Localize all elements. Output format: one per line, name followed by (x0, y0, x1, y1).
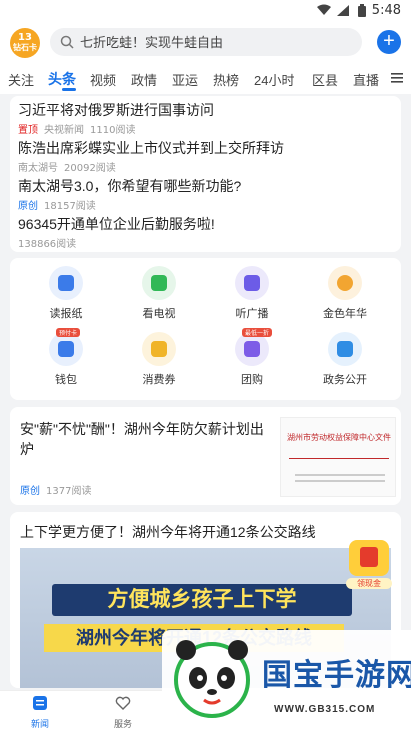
article-thumbnail: 湖州市劳动权益保障中心文件 (280, 417, 396, 497)
battery-icon (358, 4, 366, 17)
pinned-tag: 置顶 (18, 125, 38, 136)
signal-icon (337, 5, 349, 16)
group-buy-icon: 最低一折 (235, 328, 273, 366)
headline-list: 习近平将对俄罗斯进行国事访问 置顶 央视新闻 1110阅读 陈浩出席彩蝶实业上市仪式… (10, 96, 401, 252)
article-reads: 1377阅读 (46, 486, 92, 497)
headline-meta: 南太湖号 20092阅读 (18, 159, 284, 174)
headline-source: 央视新闻 (44, 125, 84, 136)
headline-title: 南太湖号3.0，你希望有哪些新功能? (18, 178, 242, 194)
service-label: 消费券 (142, 373, 176, 386)
article-title: 上下学更方便了！湖州今年将开通12条公交路线 (20, 524, 316, 540)
service-label: 听广播 (235, 307, 269, 320)
radio-icon (235, 266, 269, 300)
tab-24-hours[interactable]: 24小时 (254, 70, 294, 89)
search-bar[interactable] (50, 28, 362, 56)
status-time: 5:48 (371, 3, 401, 18)
feature-article[interactable]: 安"薪"不忧"酬"！湖州今年防欠薪计划出炉 原创 1377阅读 湖州市劳动权益保障… (10, 407, 401, 505)
tv-icon (142, 266, 176, 300)
cash-coupon-button[interactable]: 领现金 (346, 540, 392, 594)
headline-title: 习近平将对俄罗斯进行国事访问 (18, 102, 214, 118)
service-group-buy[interactable]: 最低一折 团购 (217, 328, 287, 387)
member-badge-number: 13 (18, 32, 32, 43)
service-label: 钱包 (55, 373, 77, 386)
headline-source: 南太湖号 (18, 163, 58, 174)
nav-label: 新闻 (30, 720, 49, 730)
service-radio[interactable]: 听广播 (217, 266, 287, 321)
headline-title: 96345开通单位企业后勤服务啦! (18, 216, 215, 232)
add-button[interactable]: + (377, 30, 401, 54)
newspaper-icon (49, 266, 83, 300)
service-voucher[interactable]: 消费券 (124, 332, 194, 387)
channel-tabs: 关注 头条 视频 政情 亚运 热榜 24小时 区县 直播 (0, 64, 411, 94)
tab-districts[interactable]: 区县 (312, 70, 338, 89)
list-item[interactable]: 习近平将对俄罗斯进行国事访问 置顶 央视新闻 1110阅读 (18, 100, 214, 136)
tab-headlines[interactable]: 头条 (48, 69, 76, 89)
list-item[interactable]: 南太湖号3.0，你希望有哪些新功能? 原创 18157阅读 (18, 176, 241, 212)
page-indicator (200, 391, 215, 400)
headline-title: 陈浩出席彩蝶实业上市仪式并到上交所拜访 (18, 140, 284, 156)
nav-services[interactable]: 服务 (103, 695, 143, 730)
top-bar: 13 钻石卡 + (0, 22, 411, 64)
member-badge[interactable]: 13 钻石卡 (10, 28, 40, 58)
menu-icon[interactable] (391, 72, 403, 84)
thumbnail-doc-title: 湖州市劳动权益保障中心文件 (287, 433, 391, 442)
active-tab-indicator (62, 88, 76, 91)
service-golden-years[interactable]: 金色年华 (310, 266, 380, 321)
search-icon (60, 35, 74, 49)
wallet-icon: 预付卡 (49, 328, 83, 366)
tab-video[interactable]: 视频 (90, 70, 116, 89)
watermark-url: WWW.GB315.COM (274, 704, 376, 715)
red-envelope-icon (349, 540, 389, 576)
voucher-icon (142, 332, 176, 366)
coupon-label: 领现金 (346, 578, 392, 589)
tab-follow[interactable]: 关注 (8, 70, 34, 89)
service-tv[interactable]: 看电视 (124, 266, 194, 321)
panda-logo-icon (174, 640, 250, 718)
service-newspaper[interactable]: 读报纸 (31, 266, 101, 321)
wifi-icon (317, 4, 331, 15)
headline-meta: 置顶 央视新闻 1110阅读 (18, 121, 214, 136)
list-item[interactable]: 96345开通单位企业后勤服务啦! 138866阅读 (18, 214, 215, 250)
article-title: 安"薪"不忧"酬"！湖州今年防欠薪计划出炉 (20, 421, 264, 457)
prepaid-badge: 预付卡 (56, 328, 81, 337)
headline-reads: 138866阅读 (18, 239, 77, 250)
headline-meta: 138866阅读 (18, 235, 215, 250)
headline-reads: 20092阅读 (64, 163, 116, 174)
original-tag: 原创 (18, 201, 38, 212)
headline-reads: 18157阅读 (44, 201, 96, 212)
member-badge-label: 钻石卡 (13, 43, 37, 52)
watermark-site-name: 国宝手游网 (262, 659, 411, 692)
headline-meta: 原创 18157阅读 (18, 197, 241, 212)
tab-live[interactable]: 直播 (353, 70, 379, 89)
article-meta: 原创 1377阅读 (20, 482, 91, 497)
status-bar: 5:48 (0, 0, 411, 22)
service-label: 读报纸 (49, 307, 83, 320)
watermark: 国宝手游网 WWW.GB315.COM (162, 630, 411, 732)
nav-label: 服务 (113, 720, 132, 730)
tab-trending[interactable]: 热榜 (213, 70, 239, 89)
search-input[interactable] (80, 32, 350, 52)
service-wallet[interactable]: 预付卡 钱包 (31, 328, 101, 387)
service-label: 看电视 (142, 307, 176, 320)
lion-icon (328, 266, 362, 300)
heart-icon (115, 696, 131, 710)
banner-headline: 方便城乡孩子上下学 (52, 584, 352, 616)
list-item[interactable]: 陈浩出席彩蝶实业上市仪式并到上交所拜访 南太湖号 20092阅读 (18, 138, 284, 174)
service-government[interactable]: 政务公开 (310, 332, 380, 387)
headline-reads: 1110阅读 (90, 125, 136, 136)
discount-badge: 最低一折 (242, 328, 273, 337)
tab-politics[interactable]: 政情 (131, 70, 157, 89)
news-icon (33, 696, 47, 710)
service-grid: 读报纸 看电视 听广播 金色年华 预付卡 钱包 消费券 最低一折 团购 政务公开 (10, 258, 401, 400)
original-tag: 原创 (20, 486, 40, 497)
tab-asian-games[interactable]: 亚运 (172, 70, 198, 89)
nav-news[interactable]: 新闻 (20, 695, 60, 730)
service-label: 团购 (241, 373, 263, 386)
service-label: 政务公开 (323, 373, 367, 386)
government-icon (328, 332, 362, 366)
service-label: 金色年华 (323, 307, 367, 320)
